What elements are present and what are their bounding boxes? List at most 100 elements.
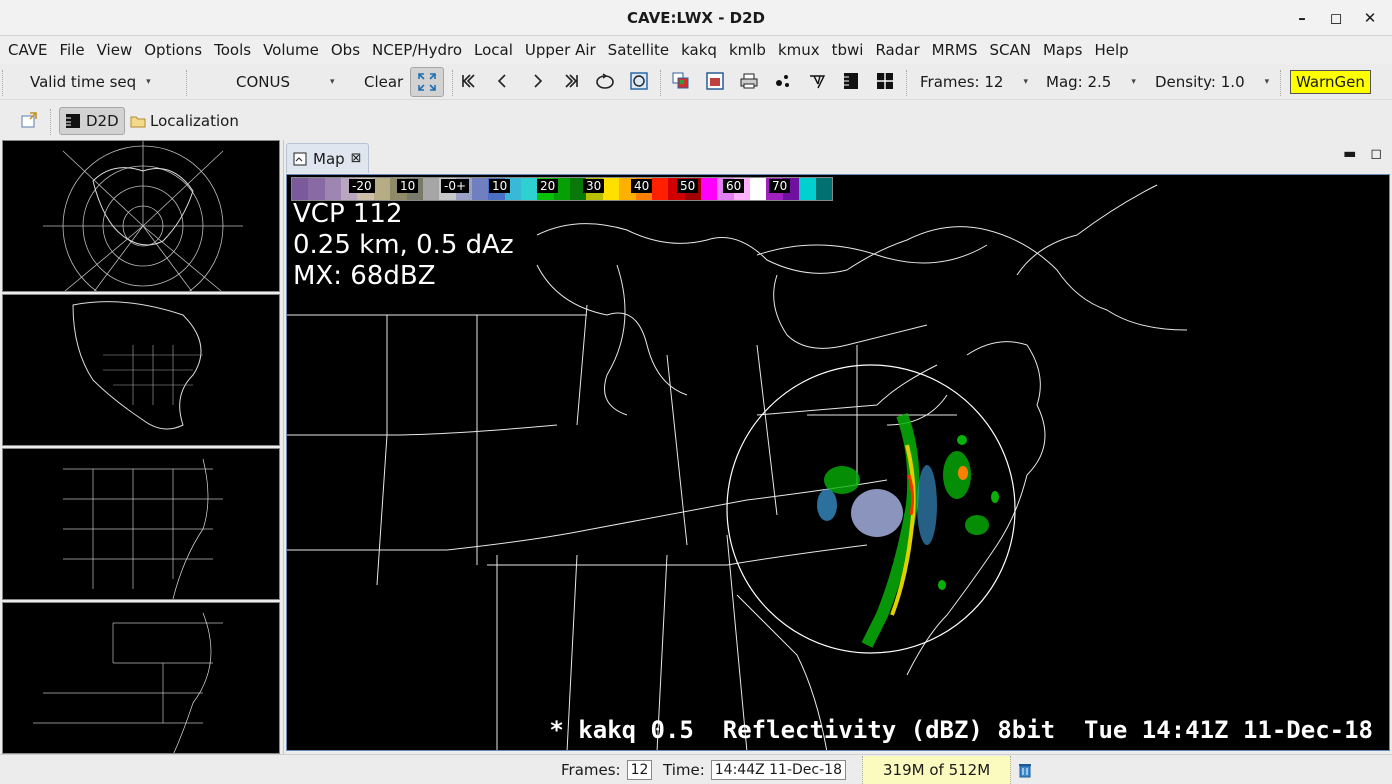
frames-dropdown[interactable]: Frames: 12 ▾ xyxy=(920,68,1028,96)
menu-kmlb[interactable]: kmlb xyxy=(723,36,772,64)
chevron-down-icon: ▾ xyxy=(146,77,151,87)
panel-layout-icon xyxy=(844,73,858,89)
perspective-toolbar: D2D Localization xyxy=(0,101,1392,139)
maximize-icon[interactable]: ◻ xyxy=(1322,6,1350,30)
colorbar-label: 40 xyxy=(631,179,653,193)
maximize-pane-icon[interactable]: ◻ xyxy=(1370,146,1382,162)
folder-icon xyxy=(130,116,146,128)
colorbar-segment xyxy=(373,178,391,200)
map-canvas[interactable]: -20 10 -0+ 10 20 30 40 50 60 70 VCP 112 … xyxy=(286,174,1390,751)
colorbar-segment xyxy=(308,178,325,200)
close-icon[interactable]: ✕ xyxy=(1356,6,1384,30)
minimize-icon[interactable]: – xyxy=(1288,6,1316,30)
menu-options[interactable]: Options xyxy=(138,36,208,64)
menu-maps[interactable]: Maps xyxy=(1037,36,1088,64)
full-extent-button[interactable] xyxy=(410,67,444,97)
image-properties-button[interactable] xyxy=(668,68,694,94)
panel-layout-button[interactable] xyxy=(838,68,864,94)
menu-tbwi[interactable]: tbwi xyxy=(826,36,870,64)
open-perspective-icon xyxy=(21,112,37,128)
thumbnail-eastern-us[interactable] xyxy=(2,448,280,600)
image-properties-icon xyxy=(672,72,689,89)
menu-help[interactable]: Help xyxy=(1088,36,1134,64)
menu-satellite[interactable]: Satellite xyxy=(602,36,675,64)
next-frame-button[interactable] xyxy=(524,68,550,94)
map-tab-label: Map xyxy=(313,149,345,168)
menu-obs[interactable]: Obs xyxy=(325,36,366,64)
four-panel-button[interactable] xyxy=(872,68,898,94)
display-icon xyxy=(706,72,724,90)
loop-button[interactable] xyxy=(592,68,618,94)
toolbar-separator xyxy=(2,70,3,96)
thumbnail-mid-atlantic[interactable] xyxy=(2,602,280,754)
radar-echoes xyxy=(817,412,999,648)
memory-usage[interactable]: 319M of 512M xyxy=(862,756,1012,784)
map-tab[interactable]: Map ⊠ xyxy=(286,143,369,173)
localization-label: Localization xyxy=(150,112,239,130)
points-button[interactable] xyxy=(770,68,796,94)
menu-view[interactable]: View xyxy=(91,36,139,64)
menu-kmux[interactable]: kmux xyxy=(772,36,826,64)
chevron-right-icon xyxy=(534,74,543,88)
chevron-down-icon: ▾ xyxy=(1023,77,1028,87)
close-tab-icon[interactable]: ⊠ xyxy=(351,151,362,166)
colorbar-label: 10 xyxy=(397,179,419,193)
points-icon xyxy=(776,75,789,87)
warngen-button[interactable]: WarnGen xyxy=(1290,68,1371,96)
colorbar-segment xyxy=(815,178,832,200)
menu-volume[interactable]: Volume xyxy=(257,36,325,64)
open-perspective-button[interactable] xyxy=(16,107,42,133)
pane-controls: ▬ ◻ xyxy=(1343,146,1382,162)
last-frame-button[interactable] xyxy=(558,68,584,94)
colorbar-segment xyxy=(750,178,767,200)
mid-atlantic-map-graphic xyxy=(33,612,223,753)
density-dropdown[interactable]: Density: 1.0 ▾ xyxy=(1155,68,1269,96)
menu-tools[interactable]: Tools xyxy=(208,36,257,64)
toolbar-separator xyxy=(452,70,453,96)
menu-ncep-hydro[interactable]: NCEP/Hydro xyxy=(366,36,468,64)
menu-file[interactable]: File xyxy=(54,36,91,64)
scale-value: CONUS xyxy=(236,73,291,91)
toolbar-separator xyxy=(1280,70,1281,96)
minimize-pane-icon[interactable]: ▬ xyxy=(1343,146,1356,162)
time-mode-dropdown[interactable]: Valid time seq ▾ xyxy=(30,68,180,96)
colorbar-segment xyxy=(799,178,816,200)
d2d-label: D2D xyxy=(86,112,119,130)
status-frames: Frames: 12 xyxy=(561,759,653,781)
colorbar-label: -0+ xyxy=(441,179,470,193)
mag-dropdown[interactable]: Mag: 2.5 ▾ xyxy=(1046,68,1136,96)
rock-button[interactable] xyxy=(626,68,652,94)
d2d-perspective-button[interactable]: D2D xyxy=(59,107,125,135)
menu-cave[interactable]: CAVE xyxy=(2,36,54,64)
north-america-map-graphic xyxy=(72,301,203,430)
load-display-button[interactable] xyxy=(702,68,728,94)
menu-scan[interactable]: SCAN xyxy=(983,36,1036,64)
status-frames-label: Frames: xyxy=(561,761,621,779)
localization-perspective-button[interactable]: Localization xyxy=(130,107,239,135)
product-legend[interactable]: * kakq 0.5 Reflectivity (dBZ) 8bit Tue 1… xyxy=(549,716,1373,744)
scale-dropdown[interactable]: CONUS ▾ xyxy=(236,68,352,96)
menu-mrms[interactable]: MRMS xyxy=(926,36,984,64)
menu-local[interactable]: Local xyxy=(468,36,519,64)
eastern-us-map-graphic xyxy=(63,458,223,599)
menu-radar[interactable]: Radar xyxy=(869,36,925,64)
map-pane: Map ⊠ ▬ ◻ -20 10 -0+ 10 20 30 40 50 60 7… xyxy=(283,140,1392,754)
colorbar-label: 30 xyxy=(583,179,605,193)
colorbar-segment xyxy=(651,178,669,200)
colorbar-segment xyxy=(292,178,309,200)
baselines-button[interactable] xyxy=(804,68,830,94)
trash-button[interactable] xyxy=(1018,759,1032,781)
thumbnail-north-america[interactable] xyxy=(2,294,280,446)
first-frame-button[interactable] xyxy=(456,68,482,94)
menu-upper-air[interactable]: Upper Air xyxy=(519,36,602,64)
expand-icon xyxy=(418,73,436,91)
clear-button[interactable]: Clear xyxy=(364,68,403,96)
statusbar: Frames: 12 Time: 14:44Z 11-Dec-18 319M o… xyxy=(0,754,1392,784)
previous-frame-button[interactable] xyxy=(490,68,516,94)
colorbar-label: 70 xyxy=(769,179,791,193)
print-button[interactable] xyxy=(736,68,762,94)
rock-icon xyxy=(630,72,648,90)
colorbar-segment xyxy=(521,178,538,200)
menu-kakq[interactable]: kakq xyxy=(675,36,723,64)
thumbnail-northern-hemisphere[interactable] xyxy=(2,140,280,292)
